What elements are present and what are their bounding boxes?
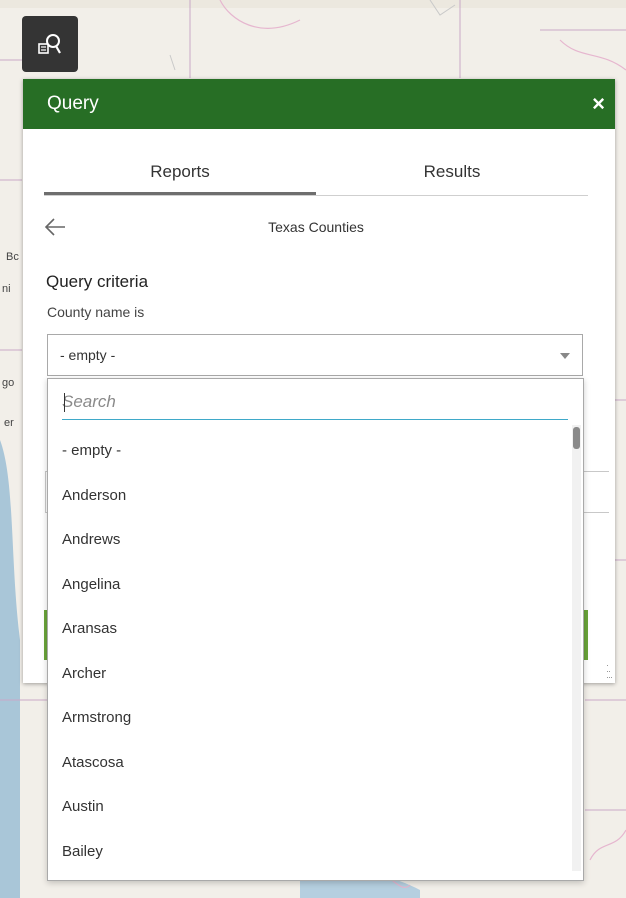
resize-handle-icon[interactable]: · ·· ··· [606, 661, 613, 682]
dropdown-search[interactable] [62, 387, 568, 420]
list-item[interactable]: Bailey [48, 830, 568, 875]
county-name-select[interactable]: - empty - [47, 334, 583, 376]
panel-header: Query × [23, 79, 615, 129]
map-label: er [4, 417, 14, 429]
scrollbar[interactable] [572, 425, 581, 871]
list-item[interactable]: Angelina [48, 563, 568, 608]
list-item[interactable]: Anderson [48, 474, 568, 519]
text-cursor [64, 393, 65, 412]
map-label: ni [2, 283, 11, 295]
list-item[interactable]: Armstrong [48, 696, 568, 741]
list-item[interactable]: - empty - [48, 429, 568, 474]
list-item[interactable]: Austin [48, 785, 568, 830]
tab-bar: Reports Results [44, 157, 588, 196]
query-tool-button[interactable] [22, 16, 78, 72]
close-icon[interactable]: × [592, 93, 605, 115]
tab-results[interactable]: Results [316, 157, 588, 195]
query-criteria-title: Query criteria [46, 272, 149, 291]
list-item[interactable]: Aransas [48, 607, 568, 652]
county-dropdown-list: - empty - Anderson Andrews Angelina Aran… [47, 378, 584, 881]
option-list: - empty - Anderson Andrews Angelina Aran… [48, 429, 568, 874]
list-item[interactable]: Andrews [48, 518, 568, 563]
search-input[interactable] [62, 387, 568, 417]
chevron-down-icon [560, 353, 570, 359]
field-label: County name is [47, 304, 145, 320]
map-label: go [2, 377, 14, 389]
tab-reports[interactable]: Reports [44, 157, 316, 195]
scrollbar-thumb[interactable] [573, 427, 580, 449]
query-tool-icon [38, 34, 61, 54]
select-value: - empty - [60, 347, 116, 363]
layer-name: Texas Counties [268, 219, 364, 235]
apply-button-edge-right [584, 610, 588, 660]
panel-title: Query [47, 93, 99, 114]
map-label: Bc [6, 251, 19, 263]
layer-header: Texas Counties [43, 215, 589, 243]
list-item[interactable]: Archer [48, 652, 568, 697]
list-item[interactable]: Atascosa [48, 741, 568, 786]
